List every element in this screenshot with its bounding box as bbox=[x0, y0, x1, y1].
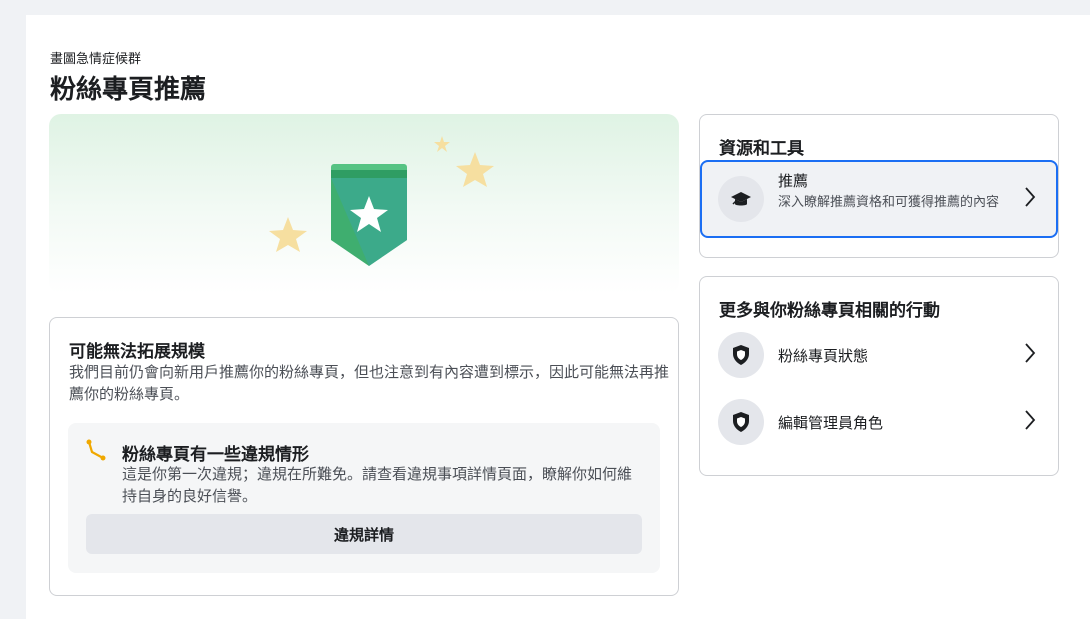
violation-title: 粉絲專頁有一些違規情形 bbox=[122, 445, 309, 464]
violation-path-icon bbox=[84, 438, 108, 467]
chevron-right-icon bbox=[1024, 409, 1036, 436]
star-icon-large bbox=[456, 152, 494, 187]
resources-heading: 資源和工具 bbox=[719, 139, 804, 158]
badge-icon bbox=[331, 164, 407, 266]
star-icon-left bbox=[269, 217, 307, 252]
violation-box: 粉絲專頁有一些違規情形 這是你第一次違規；違規在所難免。請查看違規事項詳情頁面，… bbox=[68, 423, 660, 573]
edit-admin-roles-label: 編輯管理員角色 bbox=[778, 414, 884, 432]
actions-heading: 更多與你粉絲專頁相關的行動 bbox=[719, 301, 940, 320]
shield-icon bbox=[718, 332, 764, 378]
page-status-label: 粉絲專頁狀態 bbox=[778, 347, 869, 365]
reach-warning-panel: 可能無法拓展規模 我們目前仍會向新用戶推薦你的粉絲專頁，但也注意到有內容遭到標示… bbox=[49, 317, 679, 596]
chevron-right-icon bbox=[1024, 342, 1036, 369]
violation-description: 這是你第一次違規；違規在所難免。請查看違規事項詳情頁面，瞭解你如何維持自身的良好… bbox=[122, 466, 633, 505]
warning-description: 我們目前仍會向新用戶推薦你的粉絲專頁，但也注意到有內容遭到標示，因此可能無法再推… bbox=[69, 364, 670, 403]
main-card: 畫圖急情症候群 粉絲專頁推薦 可能無法拓展規模 我們目前仍會向新用戶推薦你的粉絲… bbox=[26, 15, 1090, 619]
chevron-right-icon bbox=[1024, 186, 1036, 213]
recommendation-item-description: 深入瞭解推薦資格和可獲得推薦的內容 bbox=[778, 194, 1000, 209]
star-icon-small bbox=[434, 136, 450, 152]
page-subtitle: 畫圖急情症候群 bbox=[50, 51, 142, 66]
recommendation-resource-item[interactable]: 推薦 深入瞭解推薦資格和可獲得推薦的內容 bbox=[700, 160, 1058, 238]
warning-title: 可能無法拓展規模 bbox=[69, 342, 205, 361]
edit-admin-roles-item[interactable]: 編輯管理員角色 bbox=[700, 392, 1058, 452]
page-actions-panel: 更多與你粉絲專頁相關的行動 粉絲專頁狀態 編輯管理員角色 bbox=[699, 276, 1059, 476]
page-status-item[interactable]: 粉絲專頁狀態 bbox=[700, 325, 1058, 385]
violation-details-button[interactable]: 違規詳情 bbox=[86, 514, 642, 554]
graduation-cap-icon bbox=[718, 176, 764, 222]
recommendation-item-label: 推薦 bbox=[778, 173, 809, 190]
page-title: 粉絲專頁推薦 bbox=[50, 74, 207, 104]
hero-illustration bbox=[49, 114, 679, 294]
shield-icon bbox=[718, 399, 764, 445]
resources-panel: 資源和工具 推薦 深入瞭解推薦資格和可獲得推薦的內容 bbox=[699, 114, 1059, 258]
